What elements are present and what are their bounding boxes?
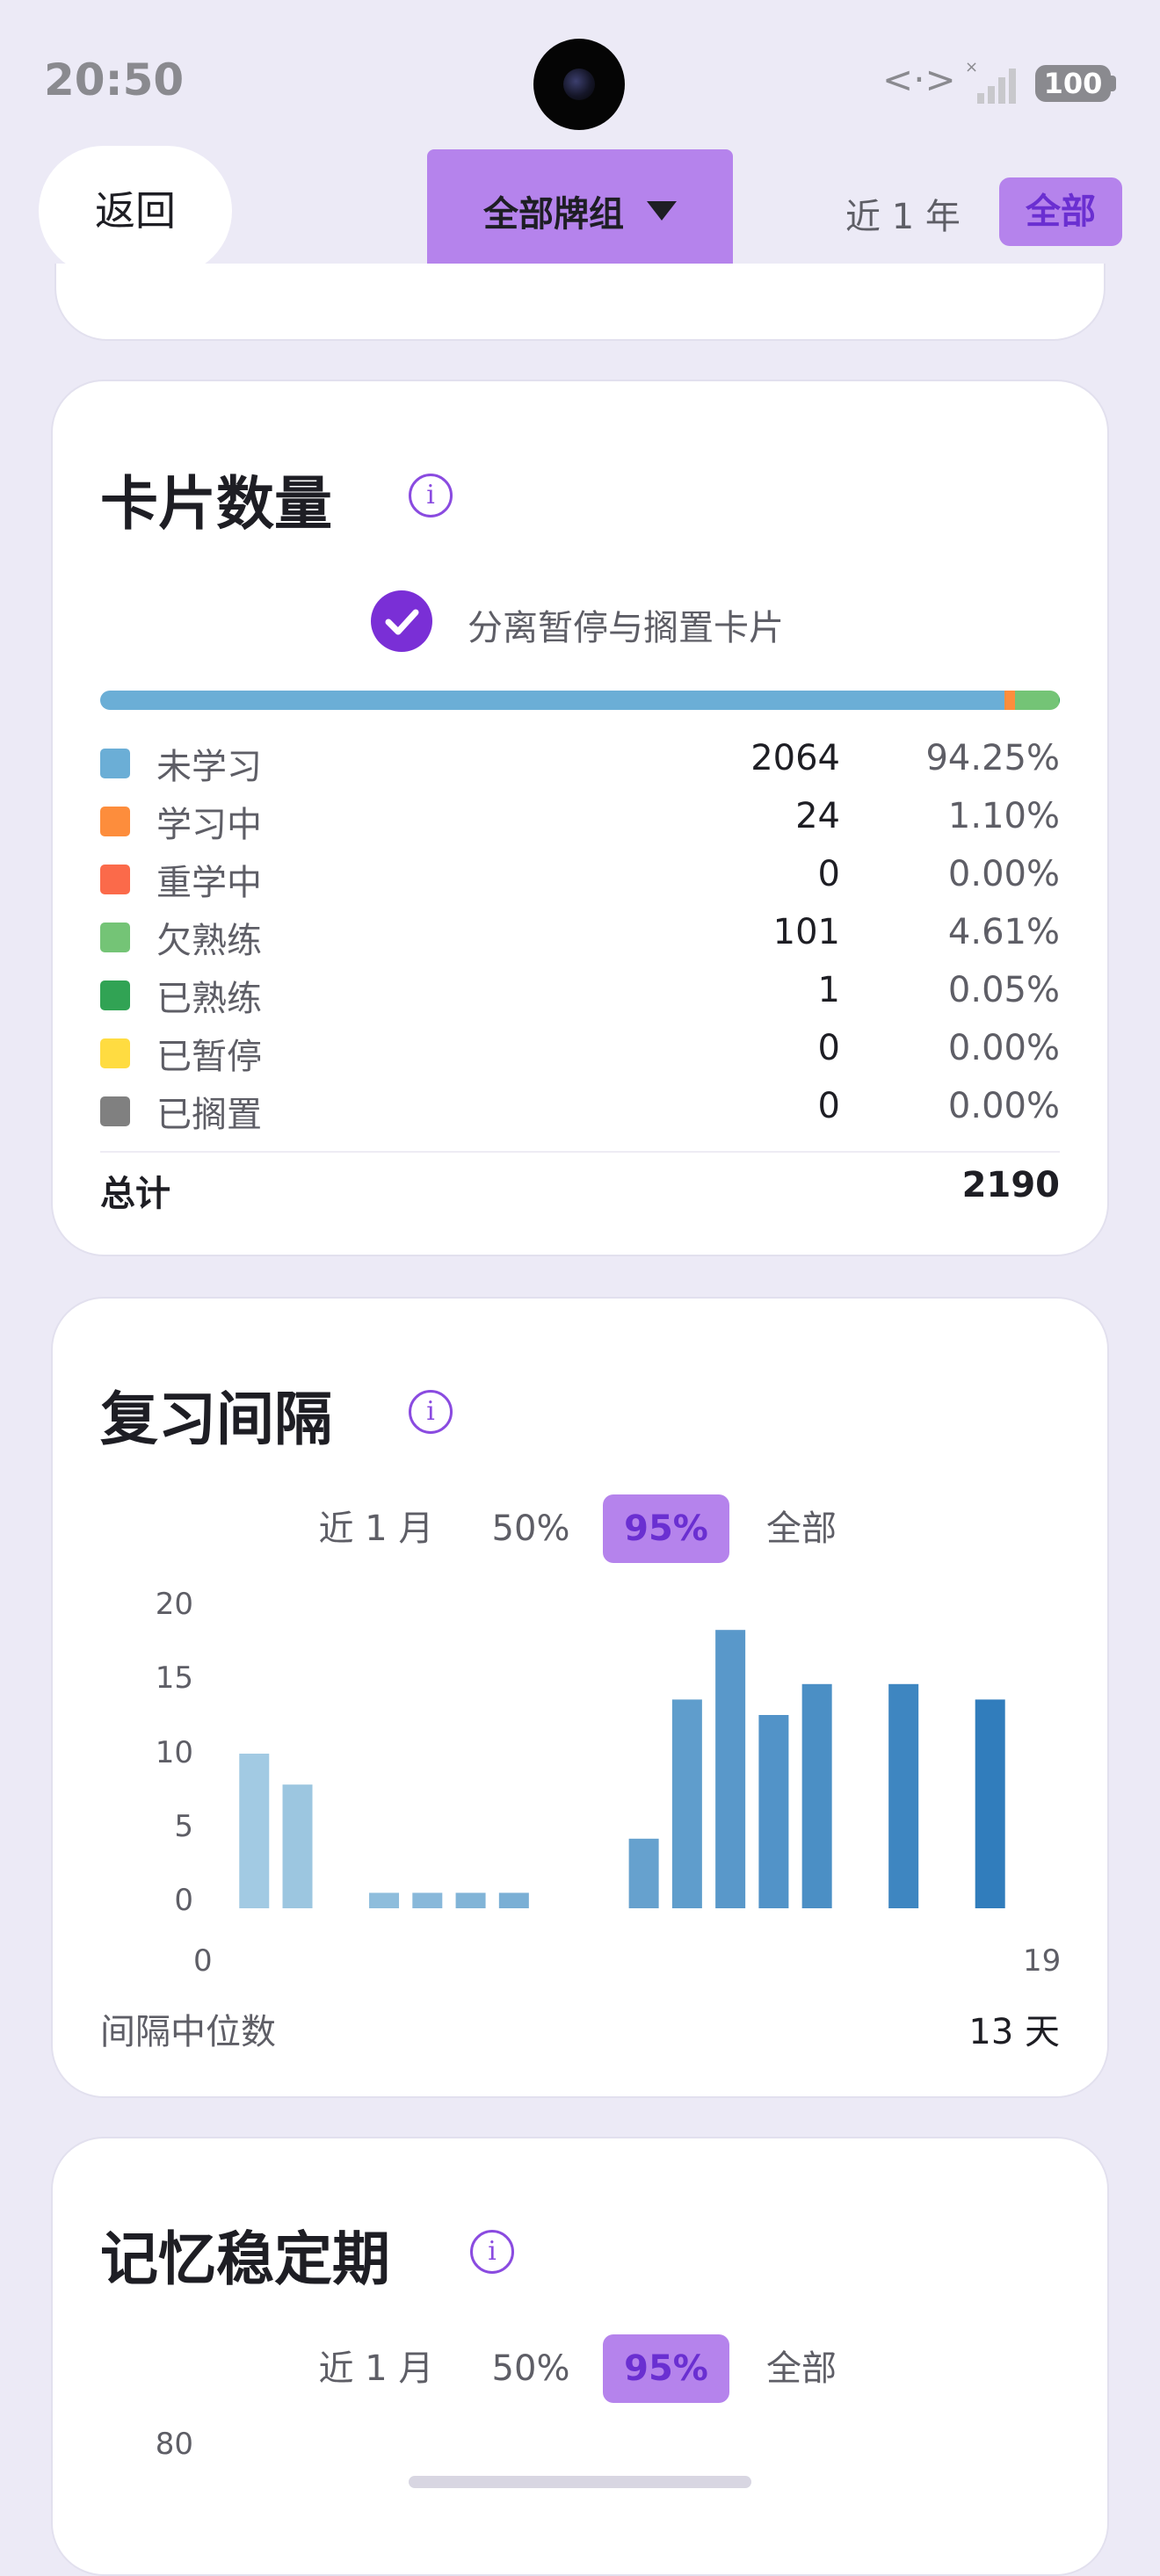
interval-bar[interactable] — [283, 1784, 313, 1908]
legend-swatch — [100, 923, 130, 952]
legend-percent: 0.00% — [948, 854, 1060, 894]
legend-count: 1 — [818, 970, 840, 1010]
y-tick-label: 20 — [141, 1587, 193, 1622]
info-icon[interactable]: i — [409, 474, 453, 517]
data-transfer-icon: <·> — [882, 58, 956, 101]
legend-swatch — [100, 807, 130, 836]
x-tick-label: 19 — [1023, 1943, 1061, 1979]
legend-count: 101 — [773, 912, 840, 952]
legend-swatch — [100, 865, 130, 894]
legend-label: 已搁置 — [156, 1086, 262, 1137]
legend-row: 欠熟练 101 4.61% — [100, 910, 1060, 963]
back-button[interactable]: 返回 — [39, 146, 232, 276]
legend-count: 0 — [818, 1086, 840, 1126]
range-last-year-button[interactable]: 近 1 年 — [845, 188, 961, 239]
interval-bar[interactable] — [456, 1892, 486, 1908]
interval-bar[interactable] — [715, 1630, 745, 1908]
legend-label: 欠熟练 — [156, 912, 262, 963]
interval-bar[interactable] — [629, 1839, 659, 1908]
interval-bar[interactable] — [369, 1892, 399, 1908]
interval-bar[interactable] — [758, 1715, 788, 1908]
stability-title: 记忆稳定期 — [100, 2212, 390, 2297]
filter-95-percent[interactable]: 95% — [603, 2334, 729, 2403]
legend-count: 0 — [818, 854, 840, 894]
legend-percent: 1.10% — [948, 796, 1060, 836]
total-divider — [100, 1151, 1060, 1153]
x-tick-label: 0 — [193, 1943, 213, 1979]
front-camera — [533, 39, 625, 130]
interval-bar[interactable] — [499, 1892, 529, 1908]
interval-median-value: 13 天 — [968, 2003, 1060, 2054]
interval-bar[interactable] — [975, 1699, 1005, 1908]
separate-suspended-toggle-label[interactable]: 分离暂停与搁置卡片 — [468, 599, 784, 650]
interval-bar[interactable] — [412, 1892, 442, 1908]
legend-percent: 0.00% — [948, 1028, 1060, 1068]
y-tick-label: 10 — [141, 1735, 193, 1770]
stability-card — [51, 2137, 1109, 2576]
legend-row: 未学习 2064 94.25% — [100, 736, 1060, 789]
deck-selector-label: 全部牌组 — [483, 185, 624, 236]
legend-label: 重学中 — [156, 854, 262, 905]
card-count-title: 卡片数量 — [100, 457, 332, 541]
legend-row: 已暂停 0 0.00% — [100, 1026, 1060, 1079]
total-value: 2190 — [962, 1165, 1060, 1205]
legend-count: 2064 — [750, 738, 840, 778]
review-interval-bar-chart — [202, 1599, 1081, 1933]
y-tick-label: 5 — [141, 1809, 193, 1844]
legend-label: 学习中 — [156, 796, 262, 847]
info-icon[interactable]: i — [470, 2230, 514, 2274]
interval-bar[interactable] — [802, 1684, 832, 1908]
review-interval-title: 复习间隔 — [100, 1372, 332, 1457]
info-icon[interactable]: i — [409, 1390, 453, 1434]
legend-count: 24 — [795, 796, 840, 836]
legend-swatch — [100, 1096, 130, 1126]
filter-50-percent[interactable]: 50% — [482, 1494, 580, 1563]
battery-indicator: 100 — [1035, 65, 1111, 102]
home-indicator — [409, 2476, 751, 2488]
legend-row: 学习中 24 1.10% — [100, 794, 1060, 847]
legend-label: 已暂停 — [156, 1028, 262, 1079]
interval-bar[interactable] — [888, 1684, 918, 1908]
legend-percent: 0.00% — [948, 1086, 1060, 1126]
filter-all[interactable]: 全部 — [752, 2334, 851, 2403]
interval-bar[interactable] — [239, 1754, 269, 1908]
legend-percent: 4.61% — [948, 912, 1060, 952]
legend-swatch — [100, 1038, 130, 1068]
legend-swatch — [100, 749, 130, 778]
legend-label: 已熟练 — [156, 970, 262, 1021]
battery-tip — [1111, 76, 1116, 91]
card-count-stacked-bar — [100, 691, 1060, 710]
filter-50-percent[interactable]: 50% — [482, 2334, 580, 2403]
y-tick-label: 15 — [141, 1661, 193, 1696]
total-label: 总计 — [100, 1165, 170, 1216]
deck-selector-button[interactable]: 全部牌组 — [427, 149, 733, 272]
legend-percent: 0.05% — [948, 970, 1060, 1010]
dropdown-arrow-icon — [647, 201, 677, 221]
legend-label: 未学习 — [156, 738, 262, 789]
filter-95-percent[interactable]: 95% — [603, 1494, 729, 1563]
legend-row: 已搁置 0 0.00% — [100, 1084, 1060, 1137]
filter-last-month[interactable]: 近 1 月 — [308, 2334, 445, 2403]
filter-all[interactable]: 全部 — [752, 1494, 851, 1563]
signal-bars-icon: × — [965, 58, 1021, 105]
checkbox-checked-icon[interactable] — [371, 590, 432, 652]
status-time: 20:50 — [44, 54, 184, 105]
stacked-bar-segment — [1015, 691, 1059, 710]
stacked-bar-segment — [100, 691, 1004, 710]
legend-swatch — [100, 980, 130, 1010]
previous-card-bottom — [54, 264, 1106, 341]
interval-bar[interactable] — [672, 1699, 702, 1908]
y-tick-label: 0 — [141, 1883, 193, 1918]
y-tick-label: 80 — [141, 2427, 193, 2462]
legend-row: 已熟练 1 0.05% — [100, 968, 1060, 1021]
stacked-bar-segment — [1004, 691, 1015, 710]
legend-row: 重学中 0 0.00% — [100, 852, 1060, 905]
interval-median-label: 间隔中位数 — [100, 2003, 276, 2054]
svg-text:×: × — [965, 58, 978, 76]
range-all-button[interactable]: 全部 — [999, 177, 1122, 246]
legend-percent: 94.25% — [925, 738, 1060, 778]
legend-count: 0 — [818, 1028, 840, 1068]
filter-last-month[interactable]: 近 1 月 — [308, 1494, 445, 1563]
